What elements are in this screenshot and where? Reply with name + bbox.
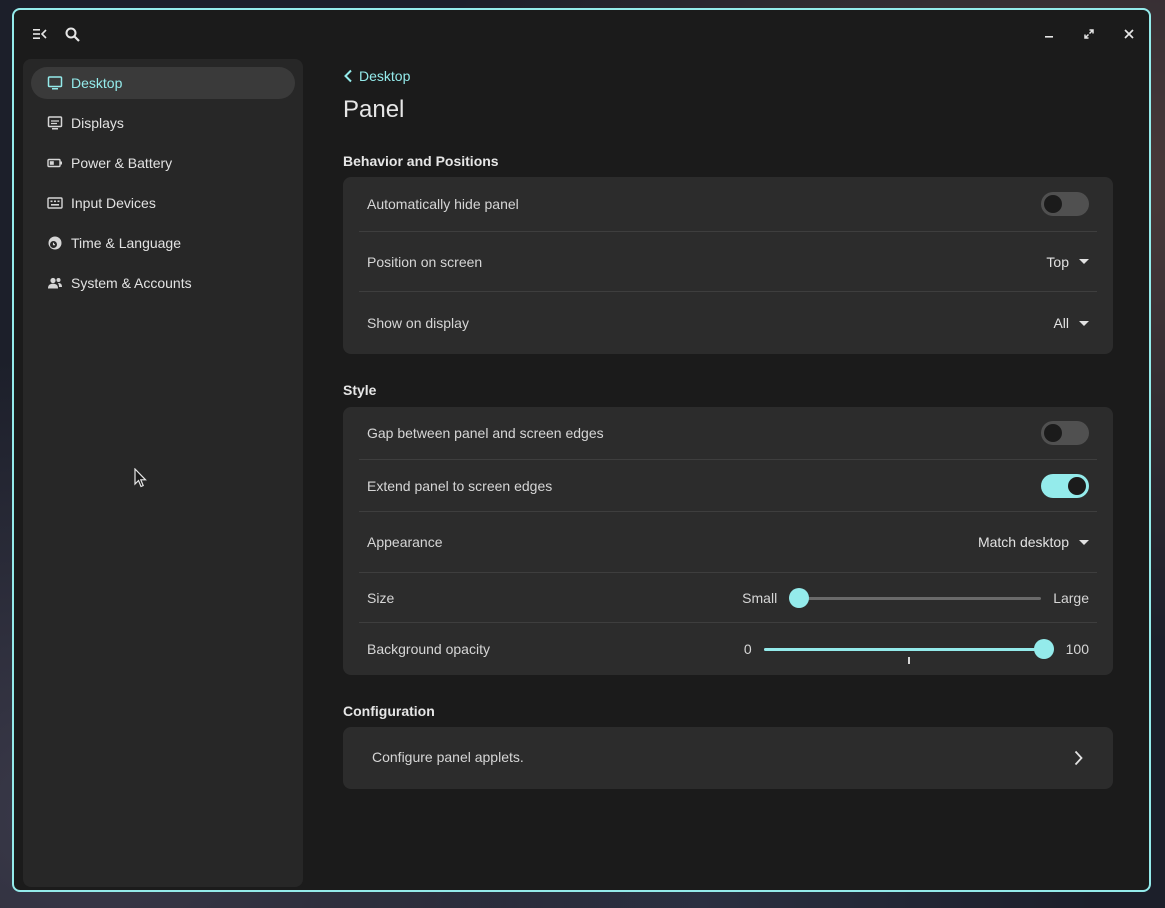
slider-tick-mark	[907, 657, 910, 664]
opacity-slider[interactable]	[763, 639, 1054, 664]
keyboard-icon	[47, 195, 63, 211]
extend-toggle[interactable]	[1041, 473, 1089, 498]
sidebar-item-label: Displays	[71, 115, 124, 131]
display-dropdown[interactable]: All	[1053, 315, 1089, 331]
monitor-icon	[47, 75, 63, 91]
sidebar-item-desktop[interactable]: Desktop	[31, 67, 295, 99]
search-button[interactable]	[62, 24, 82, 44]
sidebar-item-label: System & Accounts	[71, 275, 192, 291]
displays-icon	[47, 115, 63, 131]
back-label: Desktop	[359, 68, 411, 84]
auto-hide-toggle[interactable]	[1041, 192, 1089, 216]
gap-label: Gap between panel and screen edges	[367, 425, 604, 441]
appearance-dropdown[interactable]: Match desktop	[978, 534, 1089, 550]
position-value: Top	[1046, 253, 1069, 270]
slider-fill	[763, 648, 1044, 651]
position-dropdown[interactable]: Top	[1046, 254, 1089, 270]
slider-thumb[interactable]	[789, 587, 810, 608]
style-card: Gap between panel and screen edges Exten…	[343, 407, 1113, 675]
opacity-row: Background opacity 0 100	[359, 623, 1097, 675]
gap-row: Gap between panel and screen edges	[359, 407, 1097, 460]
behavior-card: Automatically hide panel Position on scr…	[343, 177, 1113, 354]
display-row: Show on display All	[359, 292, 1097, 354]
back-button[interactable]: Desktop	[343, 68, 410, 84]
sidebar-item-label: Desktop	[71, 75, 123, 91]
caret-down-icon	[1079, 320, 1089, 326]
configure-applets-row[interactable]: Configure panel applets.	[343, 727, 1113, 789]
opacity-label: Background opacity	[367, 641, 490, 657]
page-title: Panel	[343, 96, 405, 123]
auto-hide-row: Automatically hide panel	[359, 177, 1097, 232]
position-row: Position on screen Top	[359, 232, 1097, 292]
search-icon	[65, 27, 80, 42]
sidebar-item-label: Input Devices	[71, 195, 156, 211]
caret-down-icon	[1079, 259, 1089, 264]
chevron-right-icon	[1074, 750, 1083, 766]
appearance-row: Appearance Match desktop	[359, 512, 1097, 573]
auto-hide-label: Automatically hide panel	[367, 196, 519, 212]
sidebar-toggle-button[interactable]	[30, 24, 50, 44]
sidebar-item-system-accounts[interactable]: System & Accounts	[31, 267, 295, 299]
users-icon	[47, 275, 63, 291]
sidebar-item-displays[interactable]: Displays	[31, 107, 295, 139]
settings-window: Desktop Displays Power & Battery Input D…	[12, 8, 1151, 892]
slider-track	[789, 596, 1042, 600]
opacity-max-label: 100	[1065, 641, 1089, 657]
position-label: Position on screen	[367, 253, 483, 270]
size-max-label: Large	[1053, 589, 1089, 606]
sidebar-item-time-language[interactable]: Time & Language	[31, 227, 295, 259]
toggle-knob	[1044, 195, 1062, 213]
appearance-label: Appearance	[367, 534, 443, 550]
globe-clock-icon	[47, 235, 63, 251]
size-min-label: Small	[742, 589, 778, 606]
gap-toggle[interactable]	[1041, 421, 1089, 445]
extend-row: Extend panel to screen edges	[359, 460, 1097, 512]
slider-thumb[interactable]	[1033, 639, 1054, 659]
section-title-style: Style	[343, 382, 377, 398]
opacity-slider-group: 0 100	[743, 639, 1089, 664]
battery-icon	[47, 155, 63, 171]
main-content: Desktop Panel Behavior and Positions Aut…	[343, 10, 1149, 890]
caret-down-icon	[1079, 539, 1089, 545]
size-label: Size	[367, 589, 395, 606]
size-row: Size Small Large	[359, 573, 1097, 623]
sidebar-item-label: Time & Language	[71, 235, 181, 251]
mouse-cursor-icon	[134, 468, 147, 488]
section-title-behavior: Behavior and Positions	[343, 153, 499, 169]
chevron-left-icon	[344, 69, 352, 83]
extend-label: Extend panel to screen edges	[367, 477, 553, 494]
section-title-configuration: Configuration	[343, 703, 435, 719]
appearance-value: Match desktop	[977, 534, 1069, 550]
display-value: All	[1053, 315, 1069, 331]
size-slider[interactable]	[789, 587, 1042, 608]
sidebar-item-label: Power & Battery	[71, 155, 173, 171]
toggle-knob	[1044, 424, 1062, 442]
collapse-sidebar-icon	[33, 29, 47, 39]
sidebar: Desktop Displays Power & Battery Input D…	[23, 59, 303, 887]
toggle-knob	[1068, 476, 1086, 495]
sidebar-item-input-devices[interactable]: Input Devices	[31, 187, 295, 219]
display-label: Show on display	[367, 315, 469, 331]
opacity-min-label: 0	[743, 641, 752, 657]
configure-applets-label: Configure panel applets.	[372, 749, 524, 765]
sidebar-item-power-battery[interactable]: Power & Battery	[31, 147, 295, 179]
size-slider-group: Small Large	[742, 587, 1089, 608]
